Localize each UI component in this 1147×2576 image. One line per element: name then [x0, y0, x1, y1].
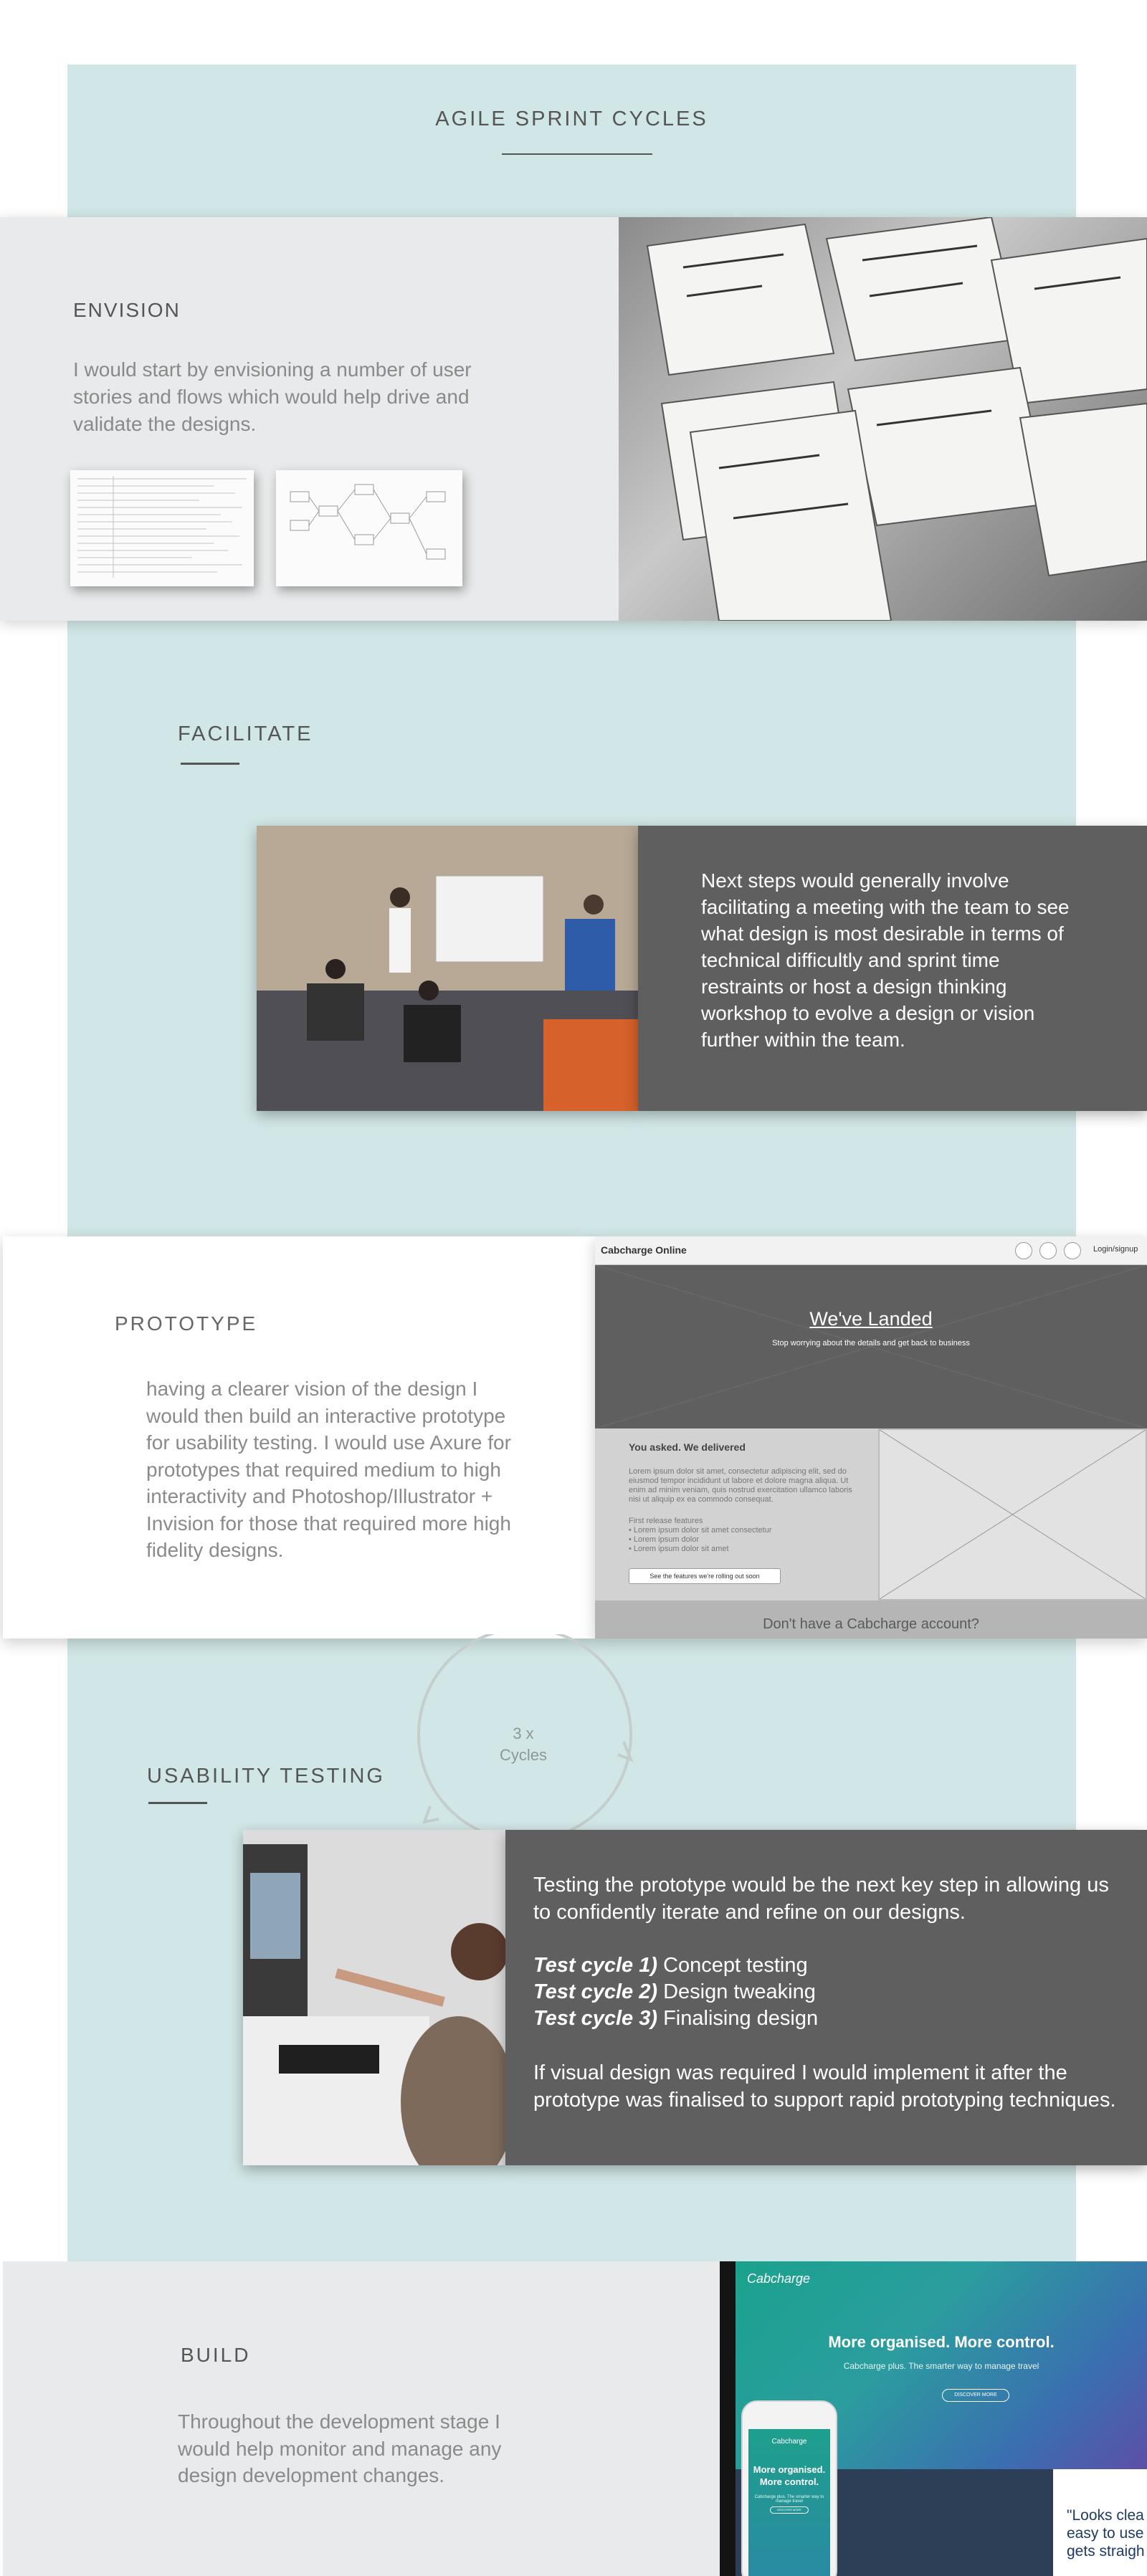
test-cycle-label: Test cycle 2) — [533, 1980, 658, 2003]
mockup-headline: More organised. More control. — [828, 2333, 1055, 2351]
facilitate-underline — [181, 763, 239, 765]
mockup-quote: "Looks clea easy to use gets straigh — [1067, 2507, 1145, 2560]
wireframe-brand: Cabcharge Online — [601, 1244, 687, 1256]
envision-text: I would start by envisioning a number of… — [73, 358, 472, 435]
page-title: AGILE SPRINT CYCLES — [435, 108, 708, 130]
usability-testing-photo — [243, 1830, 505, 2165]
build-heading: BUILD — [181, 2344, 251, 2366]
mockup-logo: Cabcharge — [747, 2271, 811, 2286]
phone-logo: Cabcharge — [771, 2438, 807, 2446]
wireframe-circle-icon — [1039, 1242, 1057, 1259]
test-cycle-text: Design tweaking — [657, 1980, 816, 2003]
wireframe-section-title: You asked. We delivered — [629, 1441, 746, 1453]
test-cycle-text: Concept testing — [657, 1954, 808, 1977]
cycles-label: 3 x Cycles — [499, 1725, 547, 1764]
test-cycle-text: Finalising design — [657, 2007, 819, 2030]
wireframe-hero-title: We've Landed — [809, 1308, 933, 1330]
wireframe-login-link[interactable]: Login/signup — [1093, 1245, 1138, 1254]
usability-heading: USABILITY TESTING — [147, 1765, 385, 1788]
wireframe-features-list: First release features • Lorem ipsum dol… — [629, 1517, 772, 1553]
phone-headline: More organised. More control. — [753, 2464, 826, 2487]
meeting-illustration — [257, 826, 638, 1111]
prototype-text: having a clearer vision of the design I … — [146, 1378, 511, 1561]
test-cycle-label: Test cycle 1) — [533, 1954, 658, 1977]
wireframe-image-placeholder — [878, 1428, 1147, 1601]
envision-heading: ENVISION — [73, 299, 181, 321]
test-cycle-item: Test cycle 1) Concept testing — [533, 1952, 808, 1980]
usability-intro: Testing the prototype would be the next … — [533, 1874, 1109, 1924]
website-mockup: Cabcharge More organised. More control. … — [720, 2261, 1147, 2576]
user-flows-thumbnail[interactable] — [276, 470, 462, 586]
flow-diagram-sketch-image — [290, 484, 446, 560]
wireframe-sketches-photo — [619, 217, 1147, 621]
prototype-wireframe: Cabcharge Online Login/signup We've Land… — [595, 1236, 1147, 1638]
image-placeholder-cross — [879, 1429, 1146, 1600]
test-cycle-label: Test cycle 3) — [533, 2007, 658, 2030]
phone-subheadline: Cabcharge plus. The smarter way to manag… — [754, 2495, 824, 2504]
mockup-discover-button[interactable]: DISCOVER MORE — [942, 2389, 1009, 2402]
usability-outro: If visual design was required I would im… — [533, 2061, 1116, 2112]
wireframe-account-prompt[interactable]: Don't have a Cabcharge account? — [595, 1616, 1147, 1633]
prototype-heading: PROTOTYPE — [115, 1312, 258, 1335]
facilitate-text: Next steps would generally involve facil… — [701, 869, 1070, 1051]
test-cycle-item: Test cycle 2) Design tweaking — [533, 1979, 816, 2006]
title-underline — [502, 153, 652, 155]
test-cycle-item: Test cycle 3) Finalising design — [533, 2005, 818, 2033]
team-meeting-photo — [257, 826, 638, 1111]
mockup-subheadline: Cabcharge plus. The smarter way to manag… — [843, 2361, 1039, 2371]
wireframe-circle-icon — [1015, 1242, 1032, 1259]
wireframe-features-button[interactable]: See the features we're rolling out soon — [629, 1568, 781, 1584]
usability-illustration — [243, 1830, 505, 2165]
user-stories-thumbnail[interactable] — [70, 470, 254, 586]
wireframe-hero-subtitle: Stop worrying about the details and get … — [772, 1339, 970, 1347]
spreadsheet-sketch-image — [77, 476, 247, 578]
facilitate-heading: FACILITATE — [178, 722, 313, 745]
wireframe-circle-icon — [1064, 1242, 1081, 1259]
phone-discover-button[interactable]: DISCOVER MORE — [770, 2506, 809, 2514]
wireframe-lorem-text: Lorem ipsum dolor sit amet, consectetur … — [629, 1467, 852, 1504]
sketches-illustration — [646, 217, 1147, 621]
build-text: Throughout the development stage I would… — [178, 2410, 502, 2486]
usability-underline — [148, 1802, 207, 1804]
